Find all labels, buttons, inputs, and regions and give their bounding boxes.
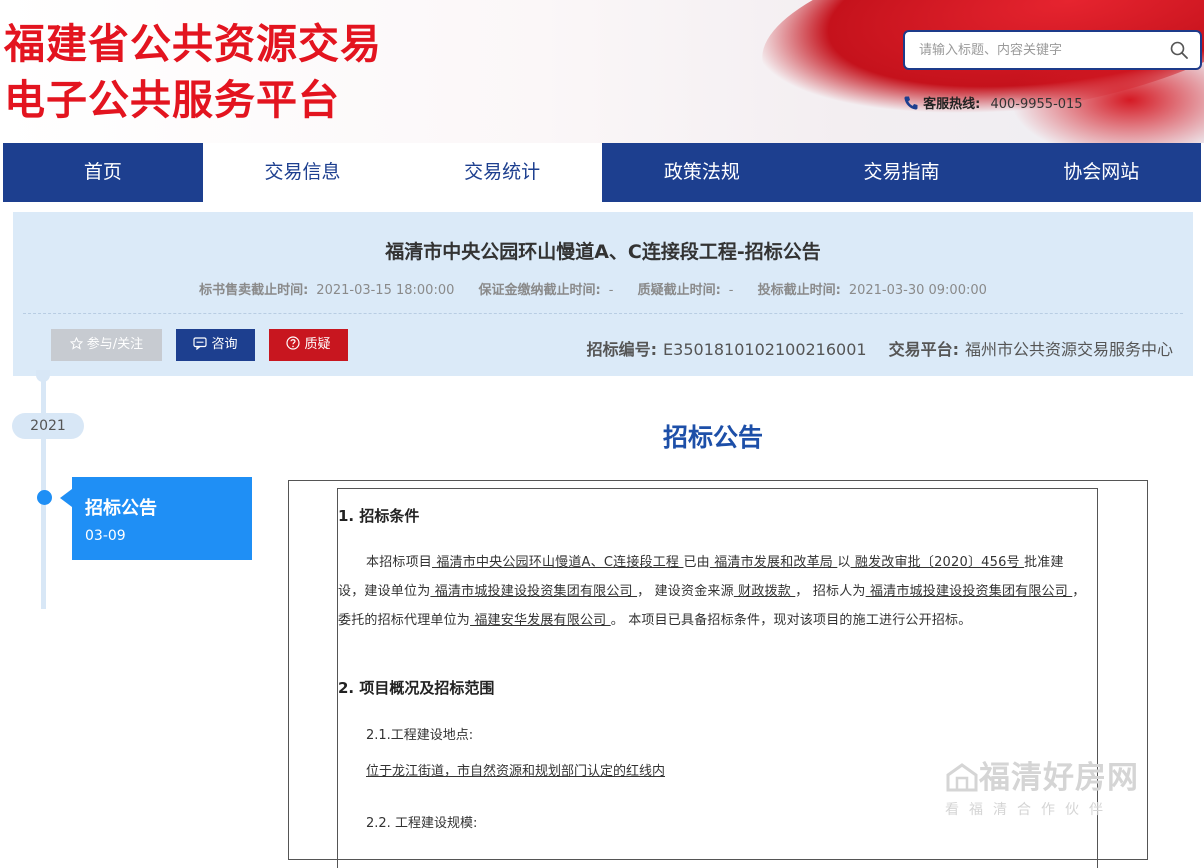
timeline-dot [37,490,52,505]
para-text: 以 [837,555,851,570]
meta-key: 标书售卖截止时间: [199,283,309,298]
project-name: 福清市中央公园环山慢道A、C连接段工程 [432,555,684,570]
bid-number: E3501810102100216001 [663,340,867,359]
chat-icon [193,337,208,351]
search-input[interactable] [919,32,1159,68]
question-icon [286,336,301,350]
bid-number-label: 招标编号: [586,340,658,359]
timeline-card-title: 招标公告 [85,498,157,519]
house-icon [946,763,978,792]
watermark: 福清好房网 看福清合作伙伴 [945,752,1165,822]
approver-name: 福清市发展和改革局 [709,555,838,570]
site-logo-line1[interactable]: 福建省公共资源交易 [4,10,382,70]
para-text: ， 招标人为 [795,584,866,599]
para-text: 本招标项目 [366,555,433,570]
phone-icon [904,96,918,110]
agent-name: 福建安华发展有限公司 [470,613,611,628]
fund-source: 财政拨款 [733,584,796,599]
nav-item-guide[interactable]: 交易指南 [802,143,1002,202]
nav-item-association[interactable]: 协会网站 [1001,143,1201,202]
meta-value: 2021-03-30 09:00:00 [848,283,987,298]
platform-label: 交易平台: [888,340,959,359]
nav-item-home[interactable]: 首页 [3,143,203,202]
customer-hotline: 客服热线: 400-9955-015 [903,93,1083,112]
timeline-card-date: 03-09 [85,528,126,544]
hotline-number: 400-9955-015 [990,97,1083,112]
section1-title: 1. 招标条件 [338,507,420,525]
notice-meta-row: 标书售卖截止时间: 2021-03-15 18:00:00 保证金缴纳截止时间: -… [13,279,1193,298]
notice-info-panel: 福清市中央公园环山慢道A、C连接段工程-招标公告 标书售卖截止时间: 2021-0… [13,212,1193,376]
follow-button[interactable]: 参与/关注 [51,329,162,361]
para-text: ， 建设资金来源 [637,584,734,599]
document-heading: 招标公告 [662,423,763,452]
star-icon [69,336,84,350]
watermark-sub: 看福清合作伙伴 [945,802,1113,818]
site-logo-line2[interactable]: 电子公共服务平台 [4,66,340,126]
nav-item-trade-stats[interactable]: 交易统计 [402,143,603,202]
section2-title: 2. 项目概况及招标范围 [338,679,495,697]
notice-title: 福清市中央公园环山慢道A、C连接段工程-招标公告 [385,241,821,263]
consult-button-label: 咨询 [211,337,238,352]
para-text: 。 本项目已具备招标条件，现对该项目的施工进行公开招标。 [610,613,972,628]
platform-name: 福州市公共资源交易服务中心 [964,340,1173,359]
search-box [903,30,1202,70]
timeline-card-bid-notice[interactable]: 招标公告 03-09 [60,477,252,560]
consult-button[interactable]: 咨询 [176,329,255,361]
section2-title-block: 2. 项目概况及招标范围 [338,674,494,703]
meta-key: 保证金缴纳截止时间: [478,283,601,298]
approval-number: 融发改审批〔2020〕456号 [850,555,1025,570]
meta-value: - [608,283,614,298]
query-button[interactable]: 质疑 [269,329,348,361]
bid-info: 招标编号: E3501810102100216001 交易平台: 福州市公共资源交易服… [587,336,1173,360]
section1-paragraph: 本招标项目 福清市中央公园环山慢道A、C连接段工程 已由 福清市发展和改革局 以… [338,548,1088,635]
meta-key: 质疑截止时间: [637,283,721,298]
meta-value: 2021-03-15 18:00:00 [316,283,455,298]
tenderer-name: 福清市城投建设投资集团有限公司 [865,584,1073,599]
nav-item-trade-info[interactable]: 交易信息 [202,143,403,202]
search-icon[interactable] [1170,41,1188,59]
section1-title-block: 1. 招标条件 [338,502,419,531]
section2-2-label: 2.2. 工程建设规模: [366,816,478,831]
timeline-year: 2021 [12,413,84,439]
watermark-main: 福清好房网 [945,752,1165,797]
watermark-main-text: 福清好房网 [979,760,1139,796]
site-header: 福建省公共资源交易 电子公共服务平台 客服热线: 400-9955-015 [0,0,1204,143]
section2-1-value: 位于龙江街道，市自然资源和规划部门认定的红线内 [366,764,666,779]
meta-value: - [728,283,734,298]
follow-button-label: 参与/关注 [86,337,144,352]
builder-name: 福清市城投建设投资集团有限公司 [430,584,638,599]
panel-divider [23,313,1183,314]
nav-item-policy[interactable]: 政策法规 [602,143,802,202]
meta-key: 投标截止时间: [757,283,841,298]
hotline-label: 客服热线: [923,97,981,112]
section2-1-label: 2.1.工程建设地点: [366,728,474,743]
query-button-label: 质疑 [304,337,331,352]
main-nav: 首页 交易信息 交易统计 政策法规 交易指南 协会网站 [3,143,1201,202]
para-text: 已由 [683,555,710,570]
